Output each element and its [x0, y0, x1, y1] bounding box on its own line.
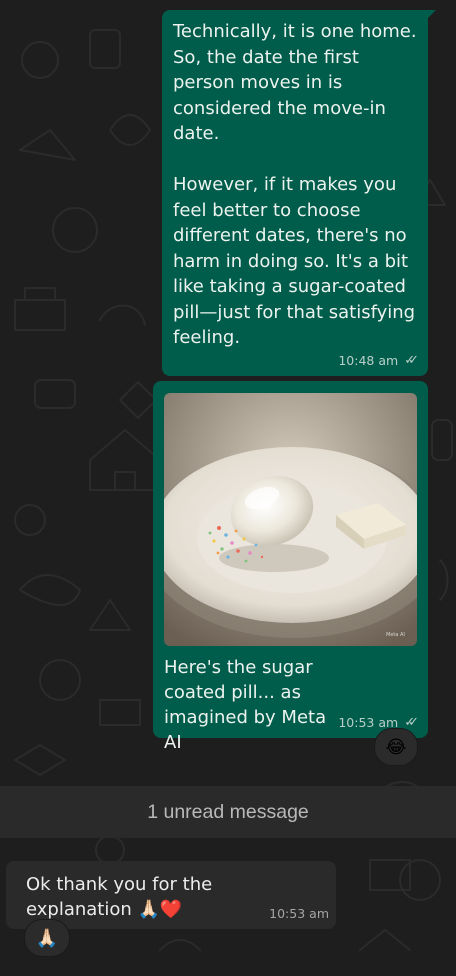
- message-time: 10:53 am: [269, 906, 329, 921]
- ai-generated-sugar-coated-pill-image[interactable]: Meta AI: [164, 393, 417, 646]
- laughing-emoji-icon: 😂: [385, 736, 407, 758]
- outgoing-message-bubble[interactable]: Technically, it is one home. So, the dat…: [162, 10, 436, 376]
- reaction-badge[interactable]: 🙏🏻: [24, 919, 70, 957]
- double-check-read-icon: ✓✓: [404, 715, 419, 730]
- meta-ai-watermark: Meta AI: [386, 632, 405, 638]
- image-caption: Here's the sugar coated pill... as imagi…: [164, 657, 327, 753]
- message-meta: 10:53 am: [269, 906, 329, 921]
- outgoing-image-message-bubble[interactable]: Meta AI Here's the sugar coated pill... …: [153, 381, 428, 753]
- message-meta: 10:48 am ✓✓: [338, 353, 419, 368]
- reaction-badge[interactable]: 😂: [374, 728, 418, 766]
- unread-messages-divider: 1 unread message: [0, 786, 456, 838]
- unread-divider-label: 1 unread message: [147, 800, 309, 823]
- double-check-read-icon: ✓✓: [404, 353, 419, 368]
- folded-hands-emoji-icon: 🙏🏻: [35, 927, 59, 949]
- bubble-tail: [427, 10, 436, 19]
- message-text: Technically, it is one home. So, the dat…: [173, 21, 417, 348]
- message-time: 10:48 am: [338, 353, 399, 368]
- message-meta: 10:53 am ✓✓: [338, 715, 419, 730]
